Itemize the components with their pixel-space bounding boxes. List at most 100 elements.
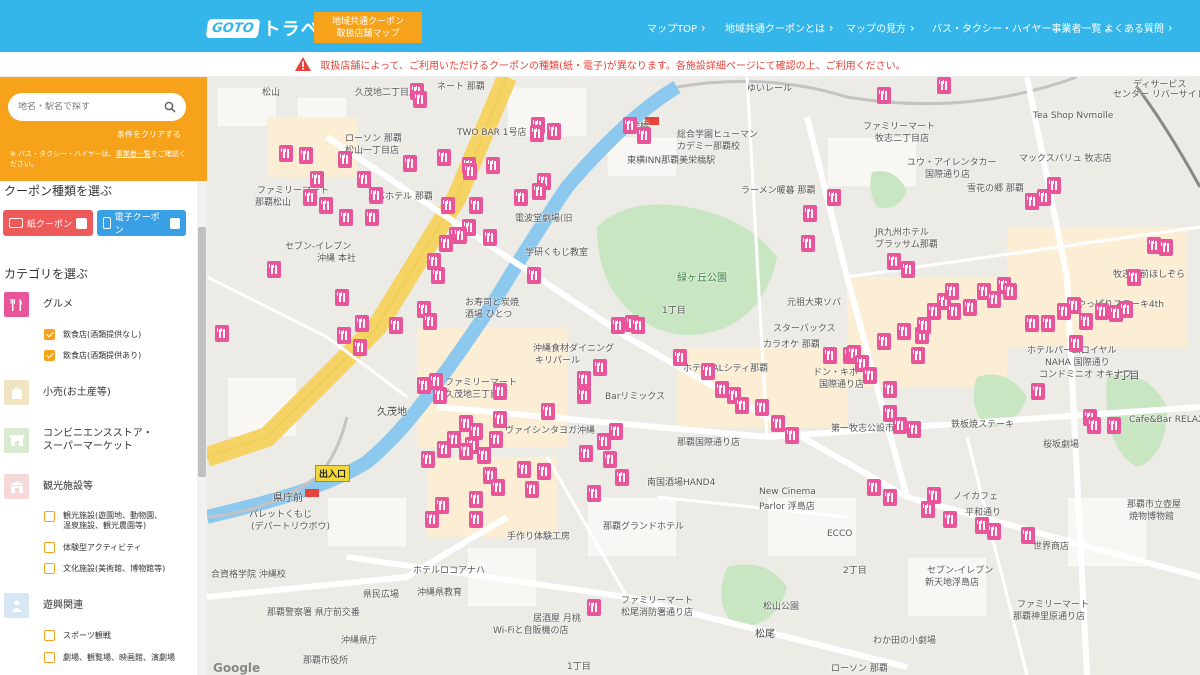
restaurant-pin-icon[interactable]	[365, 209, 379, 226]
restaurant-pin-icon[interactable]	[527, 267, 541, 284]
category-gourmet[interactable]: グルメ	[4, 292, 73, 317]
restaurant-pin-icon[interactable]	[1025, 193, 1039, 210]
restaurant-pin-icon[interactable]	[423, 313, 437, 330]
restaurant-pin-icon[interactable]	[433, 387, 447, 404]
restaurant-pin-icon[interactable]	[437, 149, 451, 166]
restaurant-pin-icon[interactable]	[877, 333, 891, 350]
restaurant-pin-icon[interactable]	[403, 155, 417, 172]
restaurant-pin-icon[interactable]	[579, 445, 593, 462]
restaurant-pin-icon[interactable]	[771, 415, 785, 432]
restaurant-pin-icon[interactable]	[631, 317, 645, 334]
restaurant-pin-icon[interactable]	[1107, 417, 1121, 434]
restaurant-pin-icon[interactable]	[637, 127, 651, 144]
restaurant-pin-icon[interactable]	[1159, 239, 1173, 256]
restaurant-pin-icon[interactable]	[339, 209, 353, 226]
restaurant-pin-icon[interactable]	[701, 363, 715, 380]
clear-conditions-link[interactable]: 条件をクリアする	[117, 129, 181, 140]
restaurant-pin-icon[interactable]	[541, 403, 555, 420]
restaurant-pin-icon[interactable]	[431, 267, 445, 284]
nav-transport-operators[interactable]: バス・タクシー・ハイヤー事業者一覧	[932, 20, 1110, 35]
restaurant-pin-icon[interactable]	[279, 145, 293, 162]
restaurant-pin-icon[interactable]	[353, 339, 367, 356]
restaurant-pin-icon[interactable]	[1069, 335, 1083, 352]
sidebar-scrollbar-thumb[interactable]	[198, 227, 206, 477]
restaurant-pin-icon[interactable]	[987, 523, 1001, 540]
restaurant-pin-icon[interactable]	[735, 397, 749, 414]
restaurant-pin-icon[interactable]	[338, 151, 352, 168]
restaurant-pin-icon[interactable]	[577, 371, 591, 388]
search-box[interactable]	[8, 93, 186, 121]
category-convenience[interactable]: コンビニエンスストア・ スーパーマーケット	[4, 427, 153, 453]
restaurant-pin-icon[interactable]	[937, 77, 951, 94]
restaurant-pin-icon[interactable]	[823, 347, 837, 364]
sub-cultural-facilities[interactable]: 文化施設(美術館、博物館等)	[44, 563, 165, 574]
restaurant-pin-icon[interactable]	[310, 171, 324, 188]
restaurant-pin-icon[interactable]	[1003, 283, 1017, 300]
category-sightseeing[interactable]: 観光施設等	[4, 474, 93, 499]
restaurant-pin-icon[interactable]	[1127, 269, 1141, 286]
restaurant-pin-icon[interactable]	[883, 489, 897, 506]
restaurant-pin-icon[interactable]	[901, 261, 915, 278]
restaurant-pin-icon[interactable]	[877, 87, 891, 104]
tourist-facilities-checkbox[interactable]	[44, 511, 55, 522]
restaurant-pin-icon[interactable]	[413, 91, 427, 108]
restaurant-pin-icon[interactable]	[577, 387, 591, 404]
restaurant-pin-icon[interactable]	[389, 317, 403, 334]
restaurant-pin-icon[interactable]	[517, 461, 531, 478]
experience-activity-checkbox[interactable]	[44, 542, 55, 553]
theater-checkbox[interactable]	[44, 652, 55, 663]
restaurant-pin-icon[interactable]	[615, 469, 629, 486]
restaurant-pin-icon[interactable]	[532, 183, 546, 200]
nav-faq[interactable]: よくある質問	[1104, 20, 1173, 35]
paper-coupon-checkbox[interactable]	[76, 217, 87, 229]
restaurant-pin-icon[interactable]	[611, 317, 625, 334]
restaurant-pin-icon[interactable]	[893, 417, 907, 434]
nav-how-to-read[interactable]: マップの見方	[846, 20, 915, 35]
restaurant-pin-icon[interactable]	[673, 349, 687, 366]
restaurant-pin-icon[interactable]	[623, 117, 637, 134]
restaurant-pin-icon[interactable]	[537, 463, 551, 480]
category-retail[interactable]: 小売(お土産等)	[4, 380, 111, 405]
restaurant-pin-icon[interactable]	[459, 443, 473, 460]
restaurant-pin-icon[interactable]	[587, 485, 601, 502]
restaurant-pin-icon[interactable]	[945, 283, 959, 300]
restaurant-pin-icon[interactable]	[921, 501, 935, 518]
restaurant-pin-icon[interactable]	[947, 303, 961, 320]
restaurant-pin-icon[interactable]	[421, 451, 435, 468]
restaurant-pin-icon[interactable]	[1087, 417, 1101, 434]
category-amusement[interactable]: 遊興関連	[4, 593, 83, 618]
restaurant-pin-icon[interactable]	[525, 481, 539, 498]
restaurant-pin-icon[interactable]	[469, 491, 483, 508]
restaurant-pin-icon[interactable]	[1031, 383, 1045, 400]
cultural-facilities-checkbox[interactable]	[44, 563, 55, 574]
restaurant-no-alcohol-checkbox[interactable]	[44, 329, 55, 340]
sports-watching-checkbox[interactable]	[44, 630, 55, 641]
restaurant-pin-icon[interactable]	[489, 431, 503, 448]
restaurant-pin-icon[interactable]	[337, 327, 351, 344]
sub-sports-watching[interactable]: スポーツ観戦	[44, 630, 111, 641]
restaurant-pin-icon[interactable]	[1119, 301, 1133, 318]
restaurant-pin-icon[interactable]	[1025, 315, 1039, 332]
restaurant-pin-icon[interactable]	[785, 427, 799, 444]
restaurant-pin-icon[interactable]	[493, 411, 507, 428]
electronic-coupon-toggle[interactable]: 電子クーポン	[97, 210, 186, 236]
sub-tourist-facilities[interactable]: 観光施設(遊園地、動物園、 温泉施設、観光農園等)	[44, 511, 162, 531]
restaurant-pin-icon[interactable]	[357, 171, 371, 188]
restaurant-pin-icon[interactable]	[867, 479, 881, 496]
search-icon[interactable]	[164, 101, 176, 113]
restaurant-pin-icon[interactable]	[755, 399, 769, 416]
restaurant-pin-icon[interactable]	[803, 205, 817, 222]
restaurant-pin-icon[interactable]	[491, 479, 505, 496]
restaurant-pin-icon[interactable]	[469, 511, 483, 528]
restaurant-pin-icon[interactable]	[437, 441, 451, 458]
electronic-coupon-checkbox[interactable]	[169, 217, 180, 229]
restaurant-pin-icon[interactable]	[439, 235, 453, 252]
restaurant-pin-icon[interactable]	[267, 261, 281, 278]
restaurant-pin-icon[interactable]	[801, 235, 815, 252]
restaurant-pin-icon[interactable]	[1037, 189, 1051, 206]
restaurant-pin-icon[interactable]	[477, 447, 491, 464]
sub-restaurant-alcohol[interactable]: 飲食店(酒類提供あり)	[44, 350, 141, 361]
restaurant-pin-icon[interactable]	[335, 289, 349, 306]
restaurant-pin-icon[interactable]	[483, 229, 497, 246]
restaurant-pin-icon[interactable]	[463, 163, 477, 180]
